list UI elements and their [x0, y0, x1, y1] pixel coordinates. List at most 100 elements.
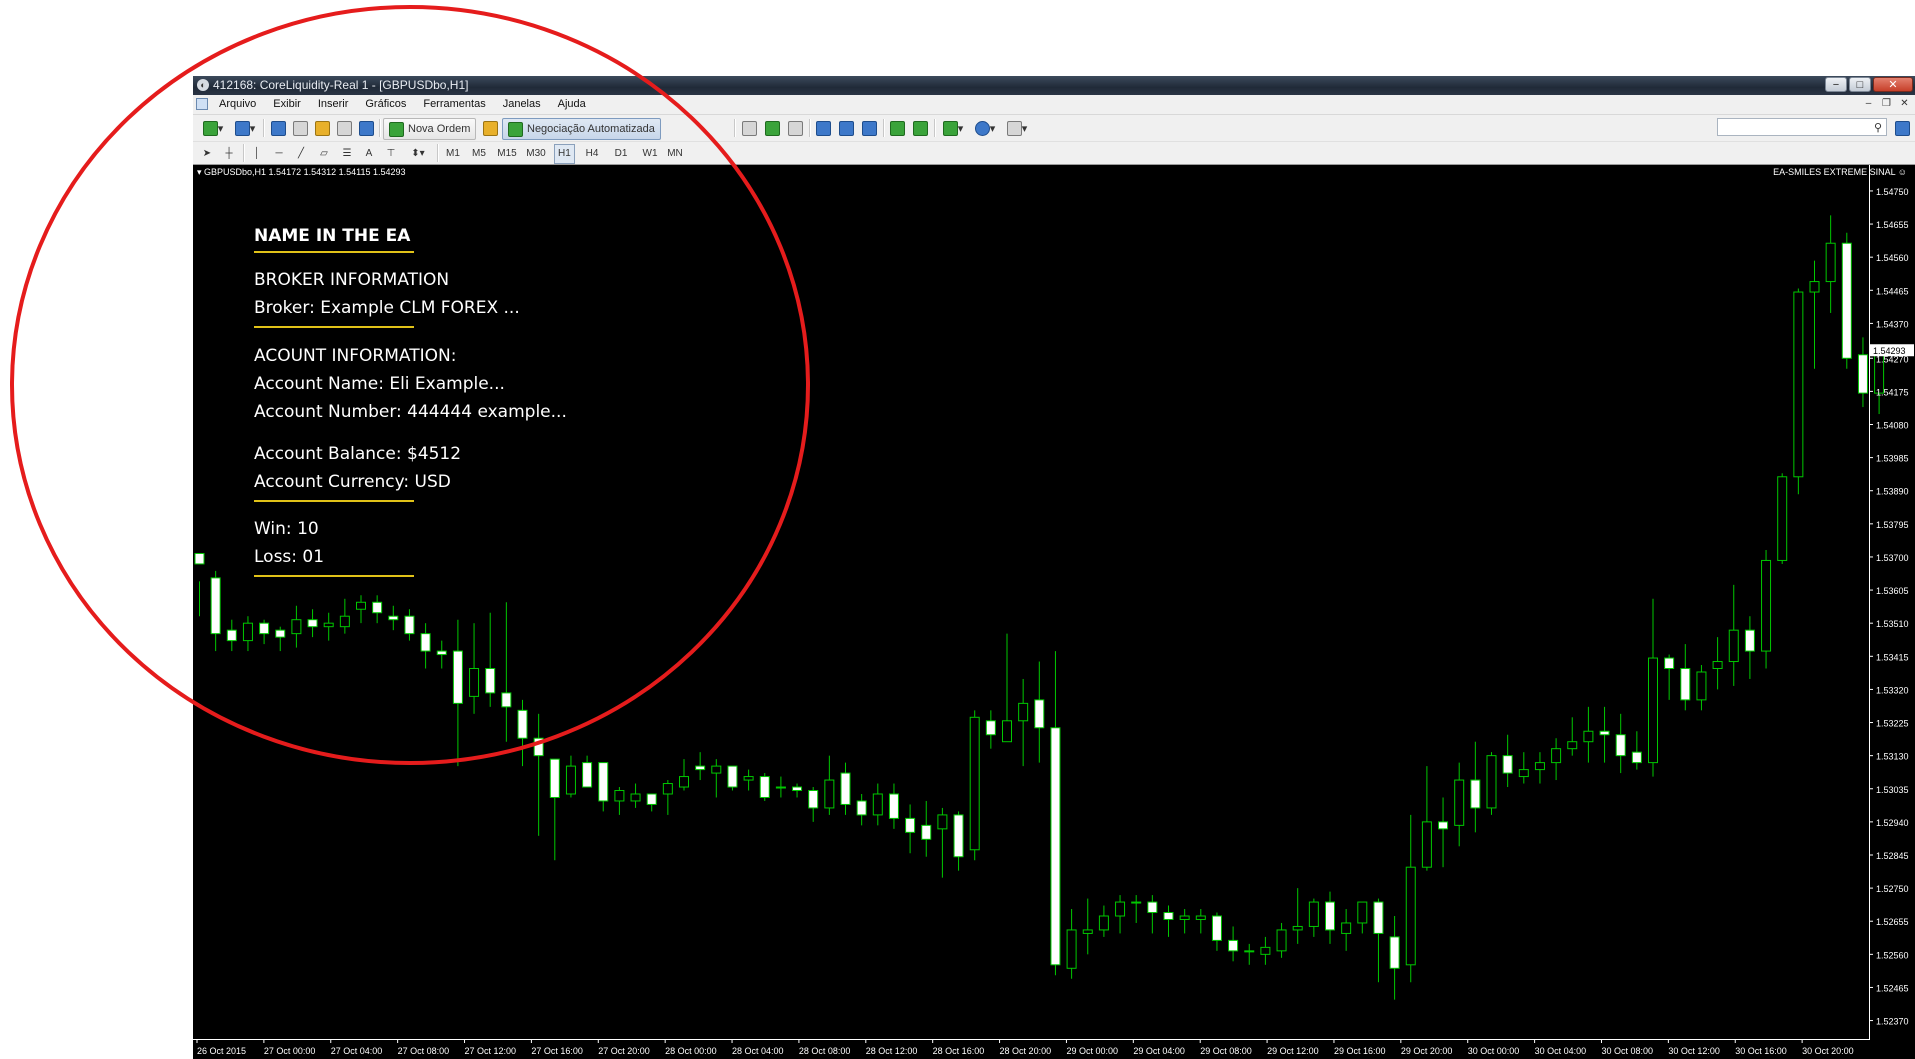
arrows-tool[interactable]: ⬍▾ — [404, 144, 432, 162]
menu-exibir[interactable]: Exibir — [273, 95, 301, 114]
period-m1[interactable]: M1 — [443, 144, 463, 162]
bearish-candle — [404, 615, 415, 635]
time-tick-label: 29 Oct 00:00 — [1066, 1046, 1118, 1056]
period-d1[interactable]: D1 — [611, 144, 631, 162]
bearish-candle — [1857, 354, 1868, 394]
new-order-button[interactable]: Nova Ordem — [383, 118, 477, 140]
time-tick-label: 29 Oct 16:00 — [1334, 1046, 1386, 1056]
time-axis-line — [193, 1039, 1870, 1040]
bearish-candle — [1228, 939, 1239, 952]
expert-advisor-label[interactable]: EA-SMILES EXTREME SINAL ☺ — [1773, 167, 1907, 177]
crosshair-tool[interactable]: ┼ — [221, 144, 237, 162]
vertical-line-tool[interactable]: │ — [249, 144, 265, 162]
drawing-toolbar: ➤ ┼ │ ─ ╱ ▱ ☰ A ⊤ ⬍▾ M1 M5 M15 M30 H1 H4… — [193, 142, 1915, 165]
period-mn[interactable]: MN — [665, 144, 685, 162]
bearish-candle — [1599, 730, 1610, 736]
bullish-candle — [1195, 915, 1206, 920]
menu-janelas[interactable]: Janelas — [503, 95, 541, 114]
zoom-out-icon — [838, 120, 854, 136]
chart-shift-button[interactable] — [911, 118, 929, 138]
time-tick-label: 28 Oct 00:00 — [665, 1046, 717, 1056]
zoom-out-button[interactable] — [837, 118, 855, 138]
autoscroll-icon — [889, 120, 905, 136]
menu-inserir[interactable]: Inserir — [318, 95, 349, 114]
period-h1[interactable]: H1 — [554, 144, 575, 164]
mdi-minimize-button[interactable]: – — [1860, 97, 1877, 111]
bearish-candle — [808, 790, 819, 809]
price-tick-label: 1.54465 — [1876, 286, 1909, 296]
document-icon[interactable] — [196, 98, 208, 110]
menu-graficos[interactable]: Gráficos — [365, 95, 406, 114]
mdi-close-button[interactable]: ✕ — [1896, 97, 1913, 111]
period-h4[interactable]: H4 — [582, 144, 602, 162]
bar-chart-button[interactable] — [740, 118, 758, 138]
price-tick-label: 1.54560 — [1876, 253, 1909, 263]
terminal-button[interactable] — [335, 118, 353, 138]
bearish-candle — [1438, 821, 1449, 830]
bearish-candle — [307, 619, 318, 628]
bearish-candle — [275, 629, 286, 638]
autoscroll-button[interactable] — [888, 118, 906, 138]
horizontal-line-tool[interactable]: ─ — [271, 144, 287, 162]
menu-arquivo[interactable]: Arquivo — [219, 95, 256, 114]
navigator-button[interactable] — [313, 118, 331, 138]
bearish-candle — [501, 692, 512, 708]
bearish-candle — [1664, 657, 1675, 670]
bearish-candle — [1211, 915, 1222, 941]
zoom-in-button[interactable] — [814, 118, 832, 138]
maximize-button[interactable]: □ — [1849, 77, 1871, 92]
bearish-candle — [533, 737, 544, 757]
auto-trading-icon — [508, 121, 523, 137]
menu-ajuda[interactable]: Ajuda — [558, 95, 586, 114]
divider — [254, 575, 414, 577]
bullish-candle — [1098, 915, 1109, 931]
auto-trading-button[interactable]: Negociação Automatizada — [502, 118, 661, 140]
period-m5[interactable]: M5 — [469, 144, 489, 162]
bullish-candle — [242, 622, 253, 642]
candlesticks-button[interactable] — [763, 118, 781, 138]
bearish-candle — [1147, 901, 1158, 914]
minimize-button[interactable]: − — [1825, 77, 1847, 92]
periods-button[interactable]: ▾ — [971, 118, 999, 138]
fibonacci-tool[interactable]: ☰ — [338, 144, 356, 162]
period-w1[interactable]: W1 — [640, 144, 660, 162]
period-m15[interactable]: M15 — [495, 144, 519, 162]
broker-heading: BROKER INFORMATION — [254, 270, 450, 290]
bullish-candle — [775, 786, 786, 789]
text-tool-label: A — [365, 147, 373, 159]
cursor-tool[interactable]: ➤ — [199, 144, 215, 162]
search-input[interactable]: ⚲ — [1717, 118, 1887, 136]
title-bar[interactable]: ◐ 412168: CoreLiquidity-Real 1 - [GBPUSD… — [193, 76, 1915, 95]
market-watch-button[interactable] — [269, 118, 287, 138]
close-button[interactable]: ✕ — [1873, 77, 1913, 92]
profiles-button[interactable]: ▾ — [231, 118, 259, 138]
line-chart-button[interactable] — [786, 118, 804, 138]
time-tick-label: 26 Oct 2015 — [197, 1046, 246, 1056]
price-chart[interactable]: 1.54750 1.54655 1.54560 1.54465 1.54370 1.542… — [193, 165, 1915, 1059]
indicators-button[interactable]: ▾ — [939, 118, 967, 138]
tile-windows-button[interactable] — [860, 118, 878, 138]
price-tick-label: 1.54655 — [1876, 220, 1909, 230]
price-tick-label: 1.53890 — [1876, 487, 1909, 497]
mdi-restore-button[interactable]: ❐ — [1878, 97, 1895, 111]
trendline-tool[interactable]: ╱ — [293, 144, 309, 162]
community-button[interactable] — [1893, 118, 1911, 138]
tester-button[interactable] — [357, 118, 375, 138]
mdi-controls: – ❐ ✕ — [1859, 97, 1913, 111]
time-tick-label: 27 Oct 16:00 — [531, 1046, 583, 1056]
account-currency: Account Currency: USD — [254, 472, 451, 492]
data-window-button[interactable] — [291, 118, 309, 138]
menu-ferramentas[interactable]: Ferramentas — [423, 95, 485, 114]
metaeditor-button[interactable] — [481, 118, 499, 138]
bearish-candle — [759, 776, 770, 798]
new-chart-button[interactable]: ▾ — [199, 118, 227, 138]
templates-button[interactable]: ▾ — [1003, 118, 1031, 138]
bearish-candle — [210, 577, 221, 635]
period-m30[interactable]: M30 — [524, 144, 548, 162]
line-chart-icon — [787, 120, 803, 136]
channel-tool[interactable]: ▱ — [315, 144, 333, 162]
text-tool[interactable]: A — [361, 144, 377, 162]
text-label-tool[interactable]: ⊤ — [383, 144, 399, 162]
bullish-candle — [1728, 629, 1739, 663]
bullish-candle — [969, 716, 980, 851]
